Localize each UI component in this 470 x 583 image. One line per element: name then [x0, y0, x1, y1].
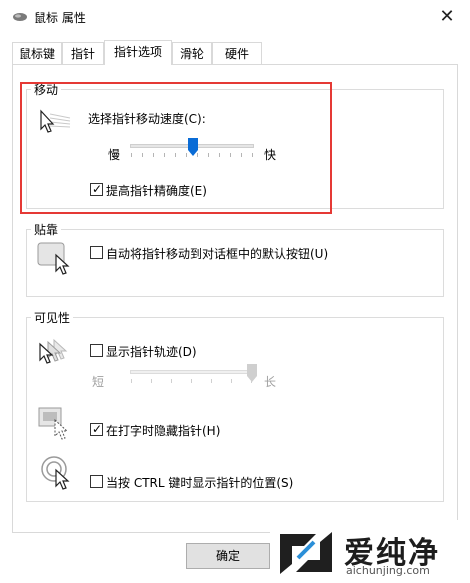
close-button[interactable]: ✕: [434, 4, 460, 30]
hide-pointer-icon: [38, 407, 69, 440]
check-icon: ✓: [91, 422, 103, 436]
tab-strip: 鼠标键 指针 指针选项 滑轮 硬件: [12, 40, 458, 66]
tab-wheel[interactable]: 滑轮: [172, 42, 212, 64]
highlight-box: [20, 82, 332, 214]
watermark: 爱纯净 aichunjing.com: [270, 520, 470, 583]
short-label: 短: [92, 375, 105, 389]
pointer-trails-icon: [39, 338, 68, 364]
tab-pointer-options[interactable]: 指针选项: [104, 40, 172, 65]
hide-while-typing-label: 在打字时隐藏指针(H): [106, 424, 221, 438]
watermark-url: aichunjing.com: [346, 564, 430, 577]
snap-checkbox[interactable]: [90, 246, 103, 259]
trails-slider-track: [130, 370, 254, 374]
watermark-logo: [280, 532, 332, 574]
snap-group: 贴靠: [26, 221, 444, 297]
trails-checkbox[interactable]: [90, 344, 103, 357]
ctrl-locate-checkbox[interactable]: [90, 475, 103, 488]
mouse-icon: [13, 13, 27, 21]
ctrl-locate-label: 当按 CTRL 键时显示指针的位置(S): [106, 476, 294, 490]
snap-to-button-icon: [37, 242, 70, 275]
visibility-group-title: 可见性: [31, 309, 74, 326]
title-bar: 鼠标 属性 ✕: [0, 0, 470, 34]
snap-label: 自动将指针移动到对话框中的默认按钮(U): [106, 247, 329, 261]
window-title: 鼠标 属性: [34, 11, 86, 25]
hide-while-typing-checkbox[interactable]: ✓: [90, 422, 103, 436]
tab-hardware[interactable]: 硬件: [212, 42, 262, 64]
ctrl-locate-icon: [41, 456, 70, 490]
trails-label: 显示指针轨迹(D): [106, 345, 197, 359]
long-label: 长: [264, 375, 277, 389]
snap-group-title: 贴靠: [31, 221, 62, 238]
trails-slider-thumb[interactable]: [247, 364, 257, 382]
ok-button[interactable]: 确定: [186, 543, 270, 569]
trails-length-slider[interactable]: [128, 364, 257, 388]
tab-pointers[interactable]: 指针: [62, 42, 104, 64]
tab-buttons[interactable]: 鼠标键: [12, 42, 62, 64]
